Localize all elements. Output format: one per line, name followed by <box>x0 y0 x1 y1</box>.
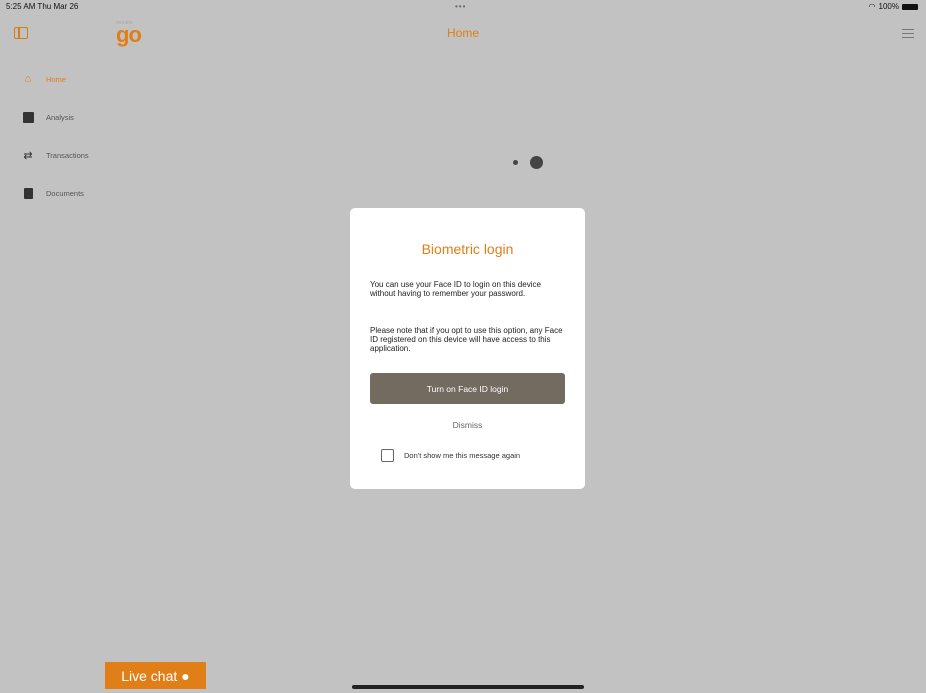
battery-icon <box>902 4 918 10</box>
wifi-icon: ◠ <box>868 2 876 11</box>
sidebar-item-label: Transactions <box>46 150 89 160</box>
page-title: Home <box>446 26 479 40</box>
home-indicator[interactable] <box>352 685 584 689</box>
dismiss-button[interactable]: Dismiss <box>350 420 585 430</box>
checkbox-label: Don't show me this message again <box>404 451 521 460</box>
chart-icon <box>22 111 34 123</box>
document-icon <box>22 187 34 199</box>
biometric-login-dialog: Biometric login You can use your Face ID… <box>350 208 585 489</box>
sidebar-item-label: Documents <box>46 188 84 198</box>
dialog-paragraph-2: Please note that if you opt to use this … <box>370 326 563 353</box>
sidebar-item-documents[interactable]: Documents <box>0 174 110 212</box>
sidebar-item-label: Home <box>46 74 67 84</box>
sidebar-item-home[interactable]: ⌂ Home <box>0 60 110 98</box>
status-right: ◠ 100% <box>869 0 918 14</box>
dont-show-again-checkbox[interactable] <box>381 449 394 462</box>
status-bar: 5:25 AM Thu Mar 26 ••• ◠ 100% <box>0 0 926 14</box>
dialog-paragraph-1: You can use your Face ID to login on thi… <box>370 280 541 298</box>
status-time: 5:25 AM Thu Mar 26 <box>6 2 79 11</box>
dialog-title: Biometric login <box>421 241 514 257</box>
status-dots: ••• <box>455 2 467 11</box>
transfer-icon: ⇄ <box>23 149 33 162</box>
menu-icon[interactable] <box>902 29 914 38</box>
sidebar-item-transactions[interactable]: ⇄ Transactions <box>0 136 110 174</box>
sidebar-item-label: Analysis <box>46 112 74 122</box>
live-chat-label: Live chat <box>121 667 178 684</box>
dont-show-again-row[interactable]: Don't show me this message again <box>381 449 520 462</box>
sidebar: ⌂ Home Analysis ⇄ Transactions Documents <box>0 60 110 212</box>
turn-on-face-id-button[interactable]: Turn on Face ID login <box>370 373 565 404</box>
top-bar: moneta go Home <box>0 14 926 54</box>
home-icon: ⌂ <box>24 73 32 85</box>
live-chat-button[interactable]: Live chat ● <box>105 662 206 689</box>
sidebar-item-analysis[interactable]: Analysis <box>0 98 110 136</box>
chat-bubble-icon: ● <box>181 667 190 684</box>
battery-percent: 100% <box>878 2 899 11</box>
